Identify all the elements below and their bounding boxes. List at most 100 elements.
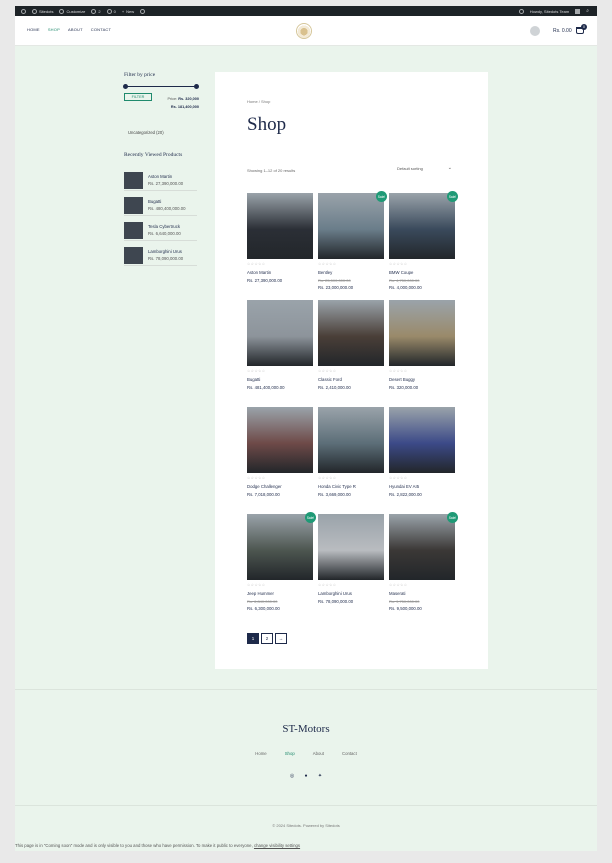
footer-nav-shop[interactable]: Shop xyxy=(285,751,295,756)
product-image[interactable] xyxy=(318,300,384,366)
recent-product-name[interactable]: Aston Martin xyxy=(148,174,172,179)
product-price: Rs. 23,000,000.00 xyxy=(318,285,354,290)
product-image[interactable] xyxy=(247,193,313,259)
product-image[interactable] xyxy=(389,300,455,366)
edit-icon[interactable] xyxy=(518,8,524,14)
next-page[interactable]: → xyxy=(275,633,287,644)
footer-nav-about[interactable]: About xyxy=(313,751,324,756)
product-card[interactable]: Sale! ☆☆☆☆☆ BMW Coupe Rs. 4,750,000.00 Rs. 4… xyxy=(389,191,458,293)
recently-viewed-item[interactable]: Lamborghini Urus Rs. 78,090,000.00 xyxy=(124,246,197,266)
product-image[interactable] xyxy=(389,514,455,580)
product-name[interactable]: Bugatti xyxy=(247,377,260,382)
account-icon[interactable] xyxy=(530,26,540,36)
instagram-icon[interactable]: ◎ xyxy=(289,773,295,779)
product-thumbnail[interactable] xyxy=(124,172,143,189)
site-logo[interactable] xyxy=(296,23,312,39)
product-name[interactable]: Dodge Challenger xyxy=(247,484,282,489)
nav-contact[interactable]: CONTACT xyxy=(91,27,111,32)
product-image[interactable] xyxy=(318,514,384,580)
filter-button[interactable]: FILTER xyxy=(124,93,152,101)
product-card[interactable]: ☆☆☆☆☆ Dodge Challenger Rs. 7,018,000.00 xyxy=(247,407,313,507)
recent-product-name[interactable]: Lamborghini Urus xyxy=(148,249,182,254)
product-card[interactable]: ☆☆☆☆☆ Bugatti Rs. 481,400,000.00 xyxy=(247,300,313,400)
product-image[interactable] xyxy=(247,407,313,473)
recent-product-price: Rs. 27,390,000.00 xyxy=(148,181,184,186)
wordpress-logo-item[interactable] xyxy=(21,8,26,14)
product-card[interactable]: Sale! ☆☆☆☆☆ Jeep Hummer Rs. 6,840,000.00 Rs.… xyxy=(247,512,316,614)
product-image[interactable] xyxy=(389,407,455,473)
plugin-icon xyxy=(140,8,146,14)
admin-bar-customize[interactable]: Customize xyxy=(59,8,85,14)
product-name[interactable]: Honda Civic Type R xyxy=(318,484,356,489)
product-card[interactable]: ☆☆☆☆☆ Aston Martin Rs. 27,390,000.00 xyxy=(247,193,313,293)
page-title: Shop xyxy=(247,114,287,135)
avatar-icon[interactable] xyxy=(575,8,581,14)
product-card[interactable]: ☆☆☆☆☆ Classic Ford Rs. 2,410,000.00 xyxy=(318,300,384,400)
product-name[interactable]: Maserati xyxy=(389,591,405,596)
product-name[interactable]: Hyundai EV AI5 xyxy=(389,484,419,489)
product-card[interactable]: ☆☆☆☆☆ Honda Civic Type R Rs. 3,669,000.00 xyxy=(318,407,384,507)
product-old-price: Rs. 6,840,000.00 xyxy=(247,599,278,604)
recently-viewed-item[interactable]: Aston Martin Rs. 27,390,000.00 xyxy=(124,171,197,191)
visibility-settings-link[interactable]: change visibility settings xyxy=(254,843,300,848)
page-1[interactable]: 1 xyxy=(247,633,259,644)
product-image[interactable] xyxy=(318,193,384,259)
category-link[interactable]: Uncategorized (20) xyxy=(128,130,164,135)
product-thumbnail[interactable] xyxy=(124,247,143,264)
product-card[interactable]: ☆☆☆☆☆ Hyundai EV AI5 Rs. 2,822,000.00 xyxy=(389,407,455,507)
sale-badge: Sale! xyxy=(376,191,387,202)
nav-shop[interactable]: SHOP xyxy=(48,27,60,32)
howdy-user[interactable]: Howdy, Sitedots Team xyxy=(530,9,569,14)
twitter-icon[interactable]: ✦ xyxy=(317,773,323,779)
price-slider-track[interactable] xyxy=(123,84,199,89)
search-icon[interactable]: ⌕ xyxy=(586,8,589,14)
admin-bar-comments[interactable]: 0 xyxy=(106,8,116,14)
wordpress-icon xyxy=(21,8,26,14)
price-from-label: Price: xyxy=(167,97,178,101)
coming-soon-notice: This page is in "Coming soon" mode and i… xyxy=(15,843,300,848)
cart-total[interactable]: Rs. 0.00 xyxy=(553,28,572,34)
rating-stars: ☆☆☆☆☆ xyxy=(318,369,337,373)
recently-viewed-item[interactable]: Bugatti Rs. 480,400,000.00 xyxy=(124,196,197,216)
facebook-icon[interactable]: ● xyxy=(303,773,309,779)
product-card[interactable]: ☆☆☆☆☆ Desert Buggy Rs. 320,000.00 xyxy=(389,300,455,400)
product-name[interactable]: Jeep Hummer xyxy=(247,591,274,596)
breadcrumb[interactable]: Home / Shop xyxy=(247,99,270,104)
product-image[interactable] xyxy=(247,514,313,580)
product-card[interactable]: Sale! ☆☆☆☆☆ Maserati Rs. 9,750,000.00 Rs. 9,… xyxy=(389,512,458,614)
product-thumbnail[interactable] xyxy=(124,222,143,239)
footer-nav: Home Shop About Contact xyxy=(15,751,597,756)
product-name[interactable]: Desert Buggy xyxy=(389,377,415,382)
product-old-price: Rs. 9,750,000.00 xyxy=(389,599,420,604)
product-image[interactable] xyxy=(247,300,313,366)
admin-bar-new[interactable]: + New xyxy=(122,9,134,14)
admin-bar-extra[interactable] xyxy=(140,8,146,14)
admin-bar-site[interactable]: Sitedots xyxy=(32,8,53,14)
product-card[interactable]: ☆☆☆☆☆ Lamborghini Urus Rs. 78,090,000.00 xyxy=(318,514,384,614)
browser-page: Sitedots Customize 2 0 + New Howdy, Sited… xyxy=(15,6,597,851)
recently-viewed-item[interactable]: Tesla Cybertruck Rs. 6,640,000.00 xyxy=(124,221,197,241)
product-thumbnail[interactable] xyxy=(124,197,143,214)
recent-product-name[interactable]: Tesla Cybertruck xyxy=(148,224,180,229)
page-2[interactable]: 2 xyxy=(261,633,273,644)
product-image[interactable] xyxy=(389,193,455,259)
product-name[interactable]: Classic Ford xyxy=(318,377,342,382)
price-slider-min-handle[interactable] xyxy=(123,84,128,89)
footer-nav-home[interactable]: Home xyxy=(255,751,266,756)
nav-home[interactable]: HOME xyxy=(27,27,40,32)
product-price: Rs. 6,300,000.00 xyxy=(247,606,280,611)
product-name[interactable]: BMW Coupe xyxy=(389,270,413,275)
price-min: Rs. 320,000 xyxy=(178,97,199,101)
footer-nav-contact[interactable]: Contact xyxy=(342,751,357,756)
admin-bar-updates[interactable]: 2 xyxy=(91,8,101,14)
sort-select[interactable]: Default sorting ⌄ xyxy=(393,164,455,173)
product-name[interactable]: Bentley xyxy=(318,270,332,275)
product-old-price: Rs. 4,750,000.00 xyxy=(389,278,420,283)
product-card[interactable]: Sale! ☆☆☆☆☆ Bentley Rs. 25,500,000.00 Rs. 23… xyxy=(318,191,387,293)
product-name[interactable]: Aston Martin xyxy=(247,270,271,275)
product-name[interactable]: Lamborghini Urus xyxy=(318,591,352,596)
price-slider-max-handle[interactable] xyxy=(194,84,199,89)
recent-product-name[interactable]: Bugatti xyxy=(148,199,161,204)
product-image[interactable] xyxy=(318,407,384,473)
nav-about[interactable]: ABOUT xyxy=(68,27,83,32)
